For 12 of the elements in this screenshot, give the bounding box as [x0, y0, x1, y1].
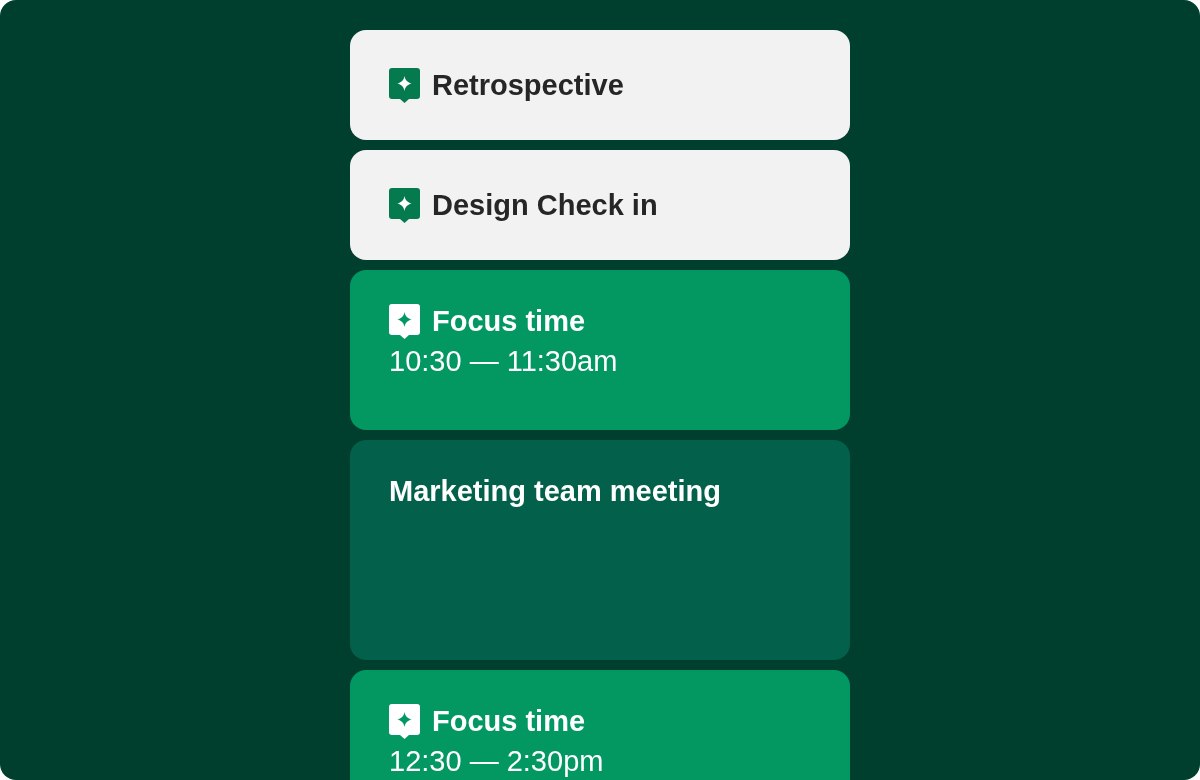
- event-card[interactable]: Focus time 12:30 — 2:30pm: [350, 670, 850, 780]
- event-card[interactable]: Retrospective: [350, 30, 850, 140]
- event-card[interactable]: Marketing team meeting: [350, 440, 850, 660]
- event-title: Focus time: [432, 704, 586, 738]
- event-title: Focus time: [432, 304, 586, 338]
- event-title: Design Check in: [432, 188, 658, 222]
- event-title: Marketing team meeting: [389, 474, 721, 508]
- event-card[interactable]: Focus time 10:30 — 11:30am: [350, 270, 850, 430]
- event-card[interactable]: Design Check in: [350, 150, 850, 260]
- event-time: 12:30 — 2:30pm: [389, 744, 605, 778]
- event-title: Retrospective: [432, 68, 624, 102]
- event-time: 10:30 — 11:30am: [389, 344, 619, 378]
